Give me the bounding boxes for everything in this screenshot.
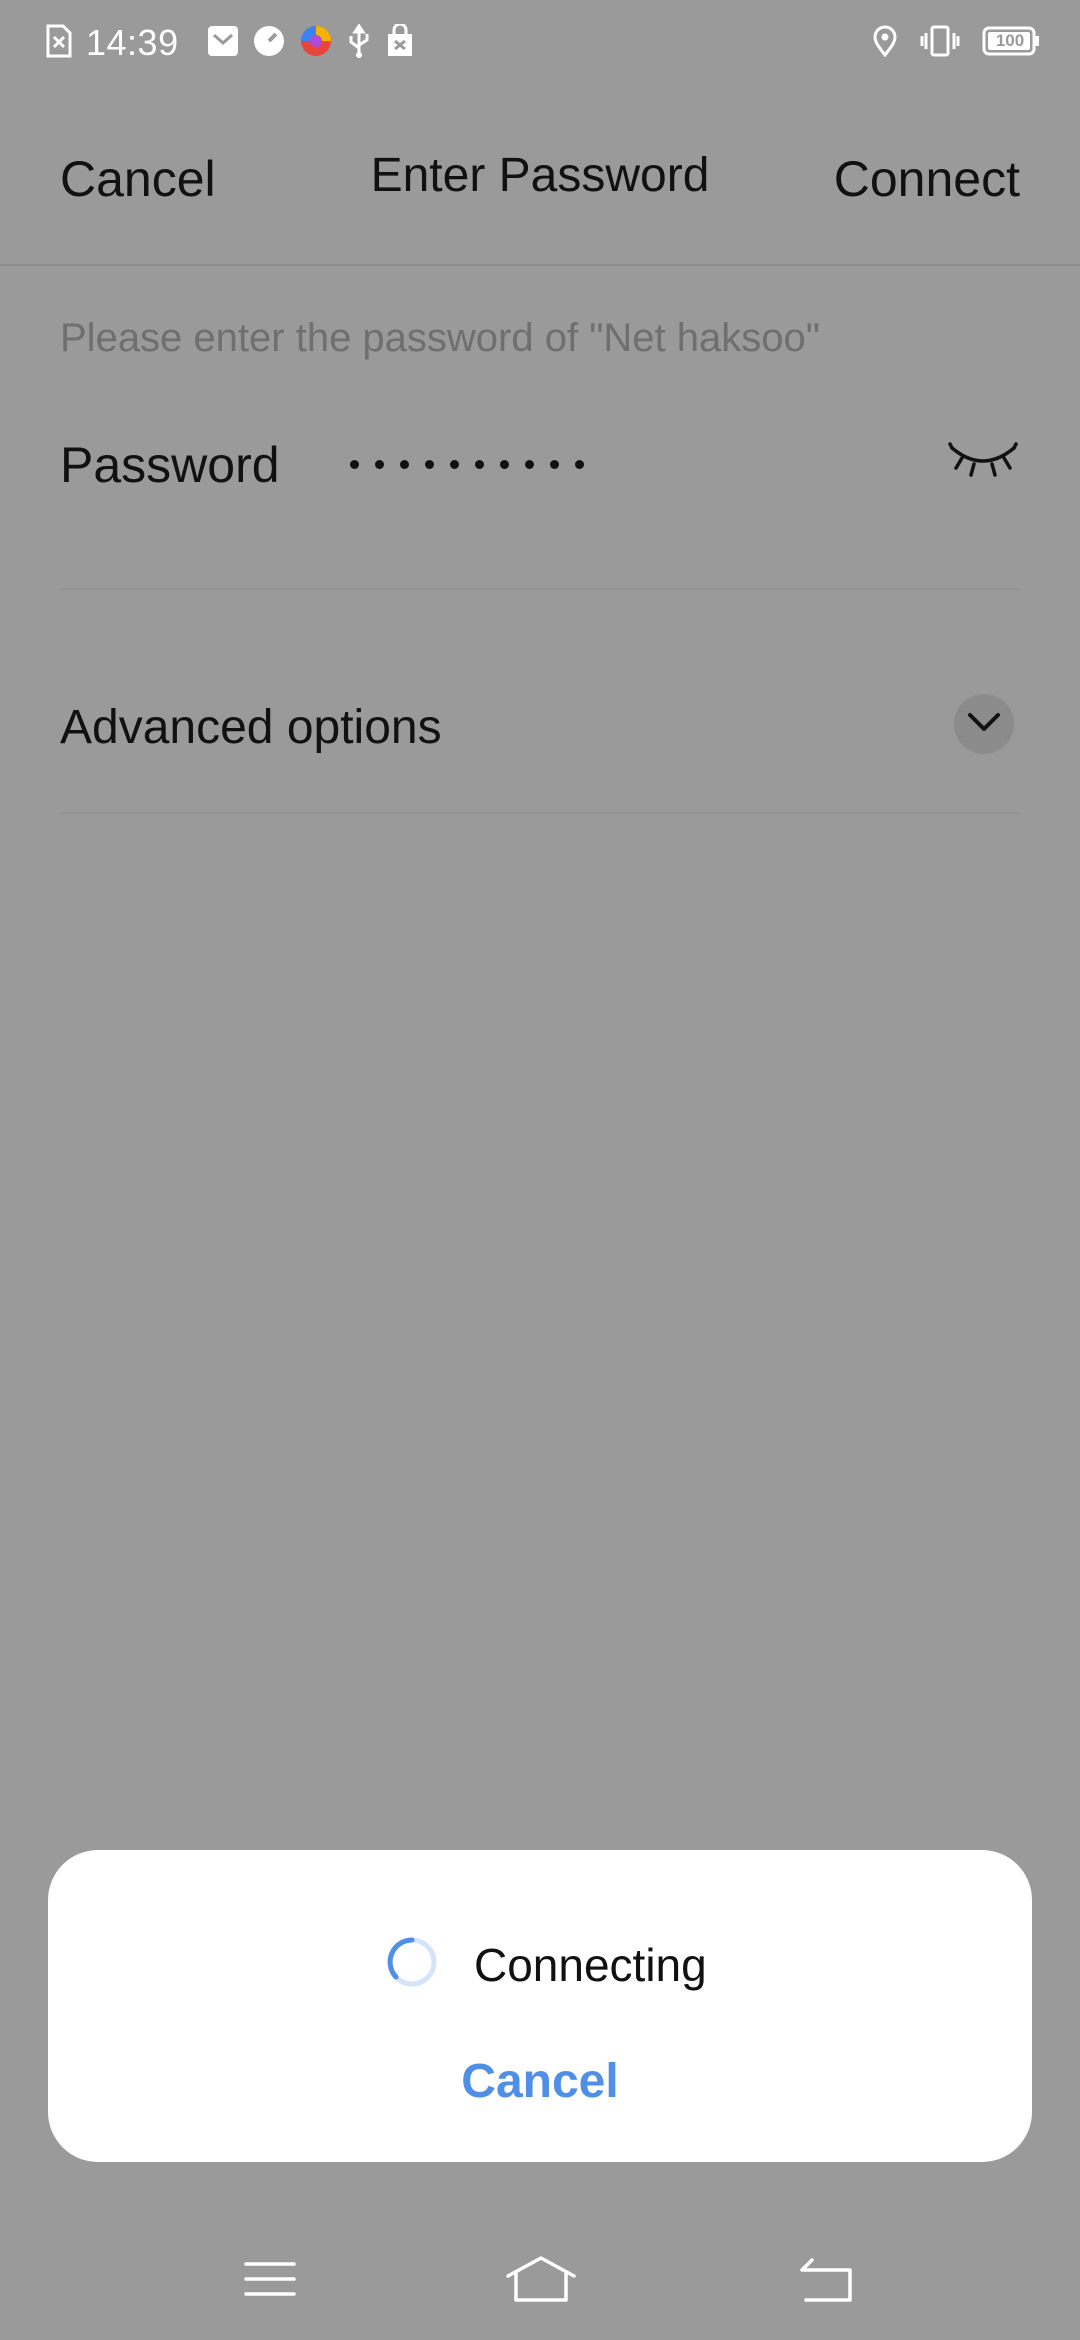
- loading-spinner-icon: [386, 1936, 438, 1988]
- sim-error-icon: [46, 24, 72, 63]
- password-mask-dot: [450, 460, 459, 469]
- password-mask-dot: [375, 460, 384, 469]
- vibrate-icon: [920, 25, 960, 62]
- connecting-status: Connecting: [474, 1939, 707, 1991]
- password-hint: Please enter the password of "Net haksoo…: [60, 316, 820, 360]
- password-mask-dot: [350, 460, 359, 469]
- advanced-divider: [60, 812, 1020, 814]
- battery-icon: 100: [982, 26, 1040, 61]
- menu-icon[interactable]: [240, 2254, 300, 2304]
- usb-icon: [347, 22, 371, 63]
- password-mask-dot: [425, 460, 434, 469]
- chevron-down-icon: [967, 712, 1001, 737]
- advanced-options-label[interactable]: Advanced options: [60, 700, 442, 755]
- connect-button[interactable]: Connect: [834, 150, 1020, 208]
- password-label: Password: [60, 437, 280, 493]
- store-icon: [385, 22, 415, 63]
- status-right: 100: [872, 18, 1040, 68]
- password-mask-dot: [575, 460, 584, 469]
- connecting-dialog: Connecting Cancel: [48, 1850, 1032, 2162]
- hide-password-icon[interactable]: [948, 440, 1018, 480]
- password-mask-dot: [550, 460, 559, 469]
- password-input[interactable]: [350, 440, 584, 469]
- battery-level: 100: [995, 30, 1025, 50]
- home-icon[interactable]: [504, 2254, 578, 2304]
- speedometer-icon: [253, 25, 285, 62]
- browser-icon: [299, 24, 333, 63]
- header-divider: [0, 264, 1080, 266]
- header: Cancel Enter Password Connect: [0, 110, 1080, 240]
- dialog-cancel-button[interactable]: Cancel: [48, 2054, 1032, 2109]
- advanced-options-toggle[interactable]: [954, 694, 1014, 754]
- password-mask-dot: [525, 460, 534, 469]
- status-time: 14:39: [86, 22, 179, 63]
- password-mask-dot: [500, 460, 509, 469]
- password-mask-dot: [475, 460, 484, 469]
- back-icon[interactable]: [796, 2254, 856, 2304]
- status-bar: 14:39 100: [0, 0, 1080, 86]
- mail-icon: [207, 25, 239, 62]
- location-icon: [872, 25, 898, 62]
- password-divider: [60, 588, 1020, 590]
- status-left: 14:39: [46, 18, 415, 68]
- navigation-bar: [0, 2220, 1080, 2340]
- password-mask-dot: [400, 460, 409, 469]
